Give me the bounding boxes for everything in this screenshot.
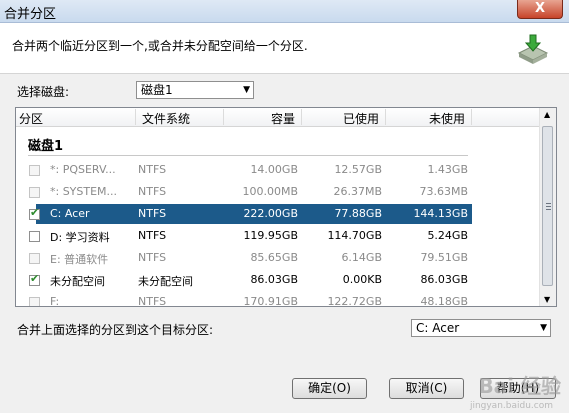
watermark-url: jingyan.baidu.com (469, 401, 553, 411)
table-row[interactable]: D: 学习资料 NTFS 119.95GB 114.70GB 5.24GB (16, 226, 540, 248)
scroll-up-icon[interactable]: ▲ (544, 110, 550, 119)
cell-name: 未分配空间 (50, 275, 105, 288)
cell-fs: NTFS (138, 207, 167, 220)
cell-used: 77.88GB (334, 207, 382, 220)
cell-capacity: 14.00GB (250, 163, 298, 176)
cell-capacity: 85.65GB (250, 251, 298, 264)
cell-name: C: Acer (50, 207, 90, 220)
group-divider (28, 155, 468, 156)
cell-name: F: (50, 295, 60, 307)
cancel-button[interactable]: 取消(C) (389, 378, 464, 399)
cell-unused: 5.24GB (427, 229, 468, 242)
cell-fs: NTFS (138, 251, 167, 264)
disk-select-value: 磁盘1 (141, 83, 173, 97)
table-row[interactable]: ✔ C: Acer NTFS 222.00GB 77.88GB 144.13GB (16, 204, 540, 226)
cell-unused: 1.43GB (427, 163, 468, 176)
column-filesystem[interactable]: 文件系统 (142, 110, 190, 127)
row-checkbox[interactable] (29, 187, 40, 198)
target-partition-value: C: Acer (416, 321, 460, 335)
cell-fs: NTFS (138, 295, 167, 307)
cell-name: D: 学习资料 (50, 231, 110, 244)
table-row[interactable]: E: 普通软件 NTFS 85.65GB 6.14GB 79.51GB (16, 248, 540, 270)
window-title: 合并分区 (4, 7, 57, 22)
cell-fs: 未分配空间 (138, 275, 193, 288)
scrollbar-thumb[interactable] (542, 126, 553, 286)
target-partition-select[interactable]: C: Acer ▼ (411, 319, 551, 337)
column-capacity[interactable]: 容量 (271, 110, 295, 127)
cell-used: 122.72GB (327, 295, 382, 307)
row-checkbox[interactable] (29, 165, 40, 176)
chevron-down-icon: ▼ (243, 85, 250, 95)
row-checkbox[interactable] (29, 231, 40, 242)
disk-group-label: 磁盘1 (28, 139, 64, 154)
cell-used: 0.00KB (342, 273, 382, 286)
column-partition[interactable]: 分区 (19, 110, 43, 127)
checkmark-icon: ✔ (30, 206, 40, 219)
header-panel: 合并两个临近分区到一个,或合并未分配空间给一个分区. (0, 23, 569, 74)
cell-capacity: 119.95GB (243, 229, 298, 242)
row-checkbox[interactable]: ✔ (29, 206, 40, 220)
partition-table: 分区 文件系统 容量 已使用 未使用 磁盘1 *: PQSERV... NTFS 1… (15, 107, 557, 307)
close-button[interactable]: X (517, 0, 563, 19)
watermark-logo: Bai 经验 (478, 374, 561, 398)
table-row[interactable]: ✔ 未分配空间 未分配空间 86.03GB 0.00KB 86.03GB (16, 270, 540, 292)
cell-fs: NTFS (138, 229, 167, 242)
cell-fs: NTFS (138, 185, 167, 198)
row-checkbox[interactable] (29, 297, 40, 306)
cell-fs: NTFS (138, 163, 167, 176)
cell-capacity: 170.91GB (243, 295, 298, 307)
cell-used: 12.57GB (334, 163, 382, 176)
title-bar: 合并分区 X (0, 0, 569, 23)
disk-select[interactable]: 磁盘1 ▼ (136, 81, 254, 99)
row-checkbox[interactable] (29, 253, 40, 264)
cell-unused: 48.18GB (420, 295, 468, 307)
cell-name: *: SYSTEM... (50, 185, 118, 198)
table-row[interactable]: *: PQSERV... NTFS 14.00GB 12.57GB 1.43GB (16, 160, 540, 182)
vertical-scrollbar[interactable]: ▲ ▼ (539, 108, 556, 306)
table-row[interactable]: *: SYSTEM... NTFS 100.00MB 26.37MB 73.63MB (16, 182, 540, 204)
disk-select-label: 选择磁盘: (17, 85, 70, 99)
cell-unused: 86.03GB (420, 273, 468, 286)
cell-used: 114.70GB (327, 229, 382, 242)
cell-capacity: 222.00GB (243, 207, 298, 220)
cell-unused: 79.51GB (420, 251, 468, 264)
header-description: 合并两个临近分区到一个,或合并未分配空间给一个分区. (12, 39, 308, 53)
checkmark-icon: ✔ (30, 272, 40, 285)
cell-unused: 144.13GB (413, 207, 468, 220)
chevron-down-icon: ▼ (540, 323, 547, 333)
cell-capacity: 86.03GB (250, 273, 298, 286)
cell-used: 26.37MB (333, 185, 382, 198)
ok-button[interactable]: 确定(O) (292, 378, 367, 399)
cell-capacity: 100.00MB (242, 185, 298, 198)
table-header: 分区 文件系统 容量 已使用 未使用 (16, 108, 540, 127)
target-partition-label: 合并上面选择的分区到这个目标分区: (17, 323, 214, 337)
table-row[interactable]: F: NTFS 170.91GB 122.72GB 48.18GB (16, 292, 540, 307)
merge-disk-icon (517, 34, 549, 64)
cell-name: E: 普通软件 (50, 253, 109, 266)
cell-name: *: PQSERV... (50, 163, 116, 176)
row-checkbox[interactable]: ✔ (29, 272, 40, 286)
column-unused[interactable]: 未使用 (429, 110, 465, 127)
scroll-down-icon[interactable]: ▼ (544, 295, 550, 304)
cell-unused: 73.63MB (419, 185, 468, 198)
column-used[interactable]: 已使用 (343, 110, 379, 127)
cell-used: 6.14GB (341, 251, 382, 264)
